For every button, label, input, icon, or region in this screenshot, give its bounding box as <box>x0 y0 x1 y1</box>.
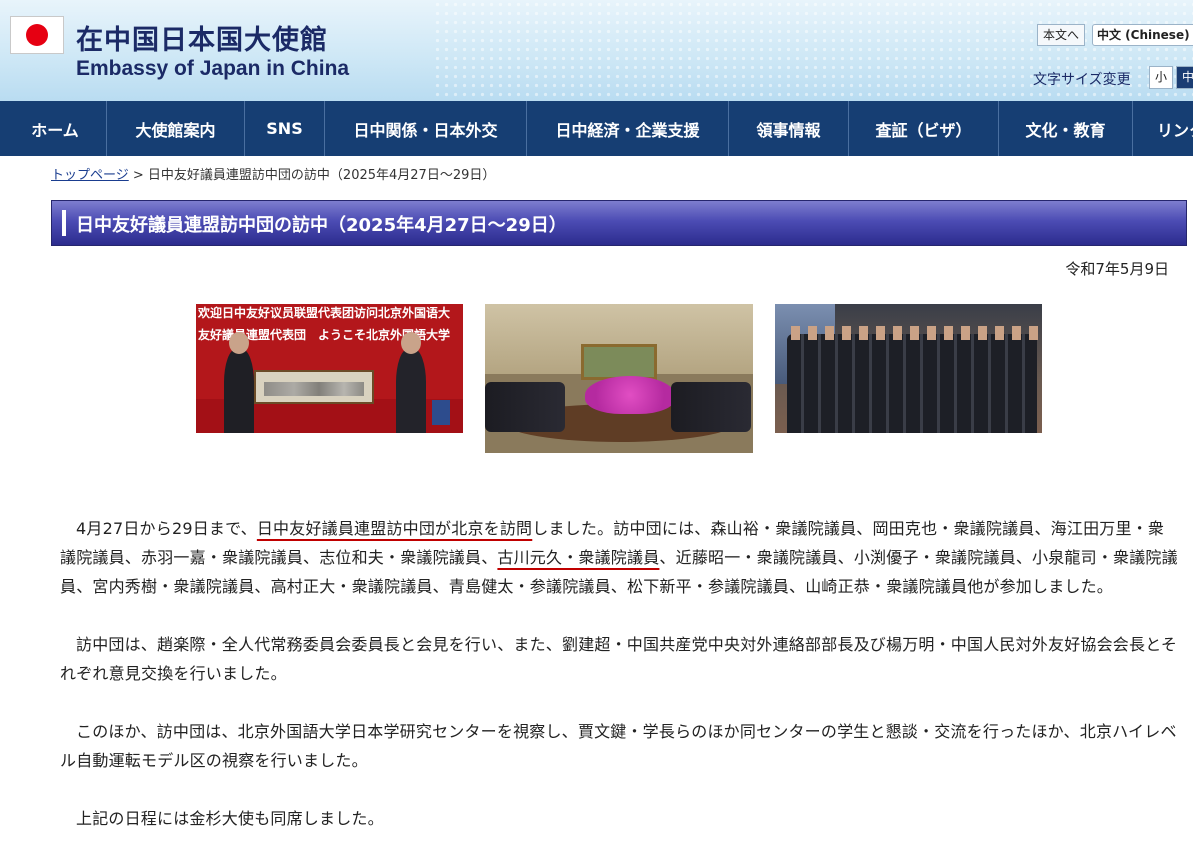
scroll-ink <box>264 382 364 396</box>
nav-culture-education[interactable]: 文化・教育 <box>998 101 1132 156</box>
photo2-flowers <box>585 376 675 414</box>
nav-home[interactable]: ホーム <box>0 101 106 156</box>
page-title: 日中友好議員連盟訪中団の訪中（2025年4月27日～29日） <box>76 215 567 236</box>
photo1-head-left <box>229 332 249 354</box>
photo3-group-lineup <box>787 334 1037 433</box>
photo1-person-left <box>224 349 254 433</box>
photo3-heads <box>791 326 1039 340</box>
photo1-person-right <box>396 349 426 433</box>
p1-text-pre: 4月27日から29日まで、 <box>76 519 257 538</box>
paragraph-3: このほか、訪中団は、北京外国語大学日本学研究センターを視察し、賈文鍵・学長らのほ… <box>60 722 1177 770</box>
nav-embassy-info[interactable]: 大使館案内 <box>106 101 244 156</box>
paragraph-2: 訪中団は、趙楽際・全人代常務委員会委員長と会見を行い、また、劉建超・中国共産党中… <box>60 635 1178 683</box>
photo1-book <box>432 400 450 425</box>
paragraph-1: 4月27日から29日まで、日中友好議員連盟訪中団が北京を訪問しました。訪中団には… <box>60 514 1178 601</box>
japan-flag-logo[interactable] <box>10 16 64 54</box>
nav-links[interactable]: リンク <box>1132 101 1193 156</box>
main-nav: ホーム 大使館案内 SNS 日中関係・日本外交 日中経済・企業支援 領事情報 査… <box>0 101 1193 156</box>
site-title-en[interactable]: Embassy of Japan in China <box>76 57 349 81</box>
photo2-delegation-right <box>671 382 751 432</box>
font-size-label: 文字サイズ変更 <box>1033 72 1131 88</box>
breadcrumb-separator: > <box>128 168 148 183</box>
p1-underlined-member: 古川元久・衆議院議員 <box>497 548 660 567</box>
photo2-painting <box>581 344 657 380</box>
p1-underlined-visit: 日中友好議員連盟訪中団が北京を訪問 <box>256 519 533 538</box>
nav-sns[interactable]: SNS <box>244 101 324 156</box>
article-body: 4月27日から29日まで、日中友好議員連盟訪中団が北京を訪問しました。訪中団には… <box>60 514 1178 862</box>
site-title-ja[interactable]: 在中国日本国大使館 <box>76 18 328 57</box>
title-accent-bar <box>62 210 66 236</box>
photo-meeting-room[interactable] <box>485 304 753 453</box>
font-size-small-button[interactable]: 小 <box>1149 66 1173 89</box>
photo1-banner-zh: 欢迎日中友好议员联盟代表团访问北京外国语大 <box>198 306 451 320</box>
photo2-delegation-left <box>485 382 565 432</box>
flag-sun-disc <box>26 24 48 46</box>
site-header: 在中国日本国大使館 Embassy of Japan in China 本文へ … <box>0 0 1193 101</box>
skip-to-content-link[interactable]: 本文へ <box>1037 24 1085 46</box>
photo1-painting-scroll <box>254 370 374 404</box>
publish-date: 令和7年5月9日 <box>1065 260 1169 278</box>
photo-university-visit[interactable]: 欢迎日中友好议员联盟代表团访问北京外国语大 友好議員連盟代表団 ようこそ北京外国… <box>196 304 463 433</box>
chinese-language-button[interactable]: 中文 (Chinese) <box>1092 24 1193 46</box>
photo-group[interactable] <box>775 304 1042 433</box>
nav-consular[interactable]: 領事情報 <box>728 101 848 156</box>
paragraph-4: 上記の日程には金杉大使も同席しました。 <box>76 809 384 828</box>
nav-japan-china-relations[interactable]: 日中関係・日本外交 <box>324 101 526 156</box>
nav-economy-business[interactable]: 日中経済・企業支援 <box>526 101 728 156</box>
breadcrumb-current: 日中友好議員連盟訪中団の訪中（2025年4月27日～29日） <box>147 168 496 183</box>
nav-visa[interactable]: 査証（ビザ） <box>848 101 998 156</box>
font-size-medium-button[interactable]: 中 <box>1176 66 1193 89</box>
breadcrumb: トップページ > 日中友好議員連盟訪中団の訪中（2025年4月27日～29日） <box>51 164 495 183</box>
breadcrumb-home-link[interactable]: トップページ <box>51 168 129 183</box>
photo1-head-right <box>401 332 421 354</box>
page-title-band: 日中友好議員連盟訪中団の訪中（2025年4月27日～29日） <box>51 200 1187 246</box>
